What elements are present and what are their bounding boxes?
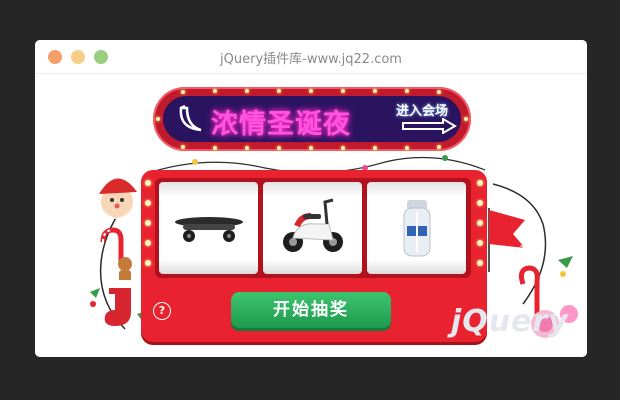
window-title: jQuery插件库-www.jq22.com xyxy=(220,52,402,67)
reel-2 xyxy=(263,182,362,274)
reel-1 xyxy=(159,182,258,274)
reel-3 xyxy=(367,182,466,274)
scooter-icon xyxy=(283,198,343,252)
lottery-stage: 浓情圣诞夜 进入会场 ? 开始抽奖 我的奖品 jQuery xyxy=(35,74,587,357)
title-bar: jQuery插件库-www.jq22.com xyxy=(35,40,587,74)
browser-window: jQuery插件库-www.jq22.com 浓情圣诞夜 进入会场 ? 开始抽奖… xyxy=(35,40,587,357)
bottle-icon xyxy=(403,200,431,257)
enter-venue-label[interactable]: 进入会场 xyxy=(396,100,448,119)
slot-machine: ? 开始抽奖 xyxy=(141,170,487,342)
event-banner[interactable]: 浓情圣诞夜 进入会场 xyxy=(153,87,471,151)
banana-icon xyxy=(179,104,202,132)
jquery-watermark: jQuery xyxy=(451,304,569,339)
skateboard-icon xyxy=(175,217,243,242)
start-draw-button[interactable]: 开始抽奖 xyxy=(231,292,391,328)
banner-screen: 浓情圣诞夜 进入会场 xyxy=(163,96,461,142)
banner-title: 浓情圣诞夜 xyxy=(211,109,351,140)
reel-window xyxy=(155,178,471,278)
help-button[interactable]: ? xyxy=(153,302,171,320)
right-arrow-icon[interactable] xyxy=(401,118,457,134)
